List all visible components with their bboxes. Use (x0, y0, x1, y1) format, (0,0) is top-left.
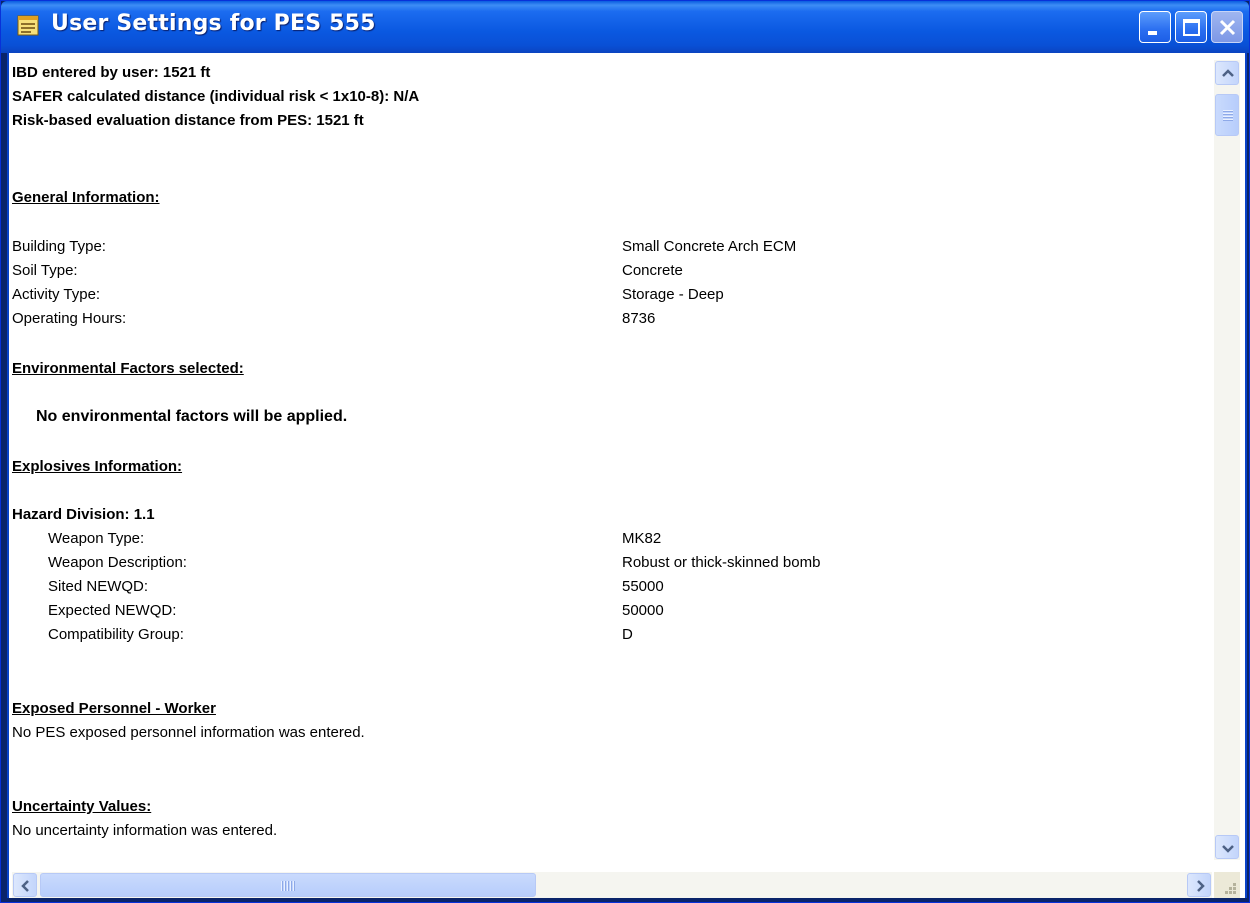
title-bar[interactable]: User Settings for PES 555 (1, 1, 1249, 53)
environmental-note: No environmental factors will be applied… (36, 408, 348, 425)
scroll-left-button[interactable] (13, 873, 37, 897)
explosives-value: Robust or thick-skinned bomb (622, 554, 821, 571)
general-label: Building Type: (12, 238, 106, 255)
safer-line: SAFER calculated distance (individual ri… (12, 88, 420, 105)
general-value: Concrete (622, 262, 683, 279)
general-heading: General Information: (12, 189, 160, 206)
vertical-scrollbar[interactable] (1214, 60, 1240, 860)
general-label: Activity Type: (12, 286, 101, 303)
minimize-button[interactable] (1139, 11, 1171, 43)
explosives-label: Weapon Type: (48, 530, 145, 547)
general-value: Storage - Deep (622, 286, 724, 303)
exposed-heading: Exposed Personnel - Worker (12, 700, 216, 717)
general-value: 8736 (622, 310, 656, 327)
explosives-value: 55000 (622, 578, 664, 595)
general-value: Small Concrete Arch ECM (622, 238, 797, 255)
window-title: User Settings for PES 555 (51, 11, 376, 36)
explosives-label: Compatibility Group: (48, 626, 184, 643)
uncertainty-heading: Uncertainty Values: (12, 798, 152, 815)
arrow-down-icon (1222, 845, 1234, 853)
explosives-heading: Explosives Information: (12, 458, 183, 475)
ibd-line: IBD entered by user: 1521 ft (12, 64, 211, 81)
report-content: IBD entered by user: 1521 ft SAFER calcu… (12, 60, 1212, 860)
explosives-label: Expected NEWQD: (48, 602, 177, 619)
general-label: Soil Type: (12, 262, 78, 279)
resize-grip[interactable] (1214, 872, 1240, 898)
hazard-division: Hazard Division: 1.1 (12, 506, 155, 523)
scroll-down-button[interactable] (1215, 835, 1239, 859)
resize-grip-icon (1225, 883, 1236, 894)
explosives-label: Sited NEWQD: (48, 578, 149, 595)
maximize-icon (1183, 19, 1200, 36)
vertical-scroll-thumb[interactable] (1215, 94, 1239, 136)
scroll-right-button[interactable] (1187, 873, 1211, 897)
uncertainty-note: No uncertainty information was entered. (12, 822, 278, 839)
scroll-up-button[interactable] (1215, 61, 1239, 85)
horizontal-scroll-thumb[interactable] (40, 873, 536, 897)
risk-line: Risk-based evaluation distance from PES:… (12, 112, 364, 129)
minimize-icon (1148, 31, 1157, 35)
maximize-button[interactable] (1175, 11, 1207, 43)
explosives-value: D (622, 626, 633, 643)
explosives-value: MK82 (622, 530, 662, 547)
close-button[interactable] (1211, 11, 1243, 43)
environmental-heading: Environmental Factors selected: (12, 360, 244, 377)
horizontal-scrollbar[interactable] (12, 872, 1212, 898)
arrow-up-icon (1222, 69, 1234, 77)
general-label: Operating Hours: (12, 310, 127, 327)
exposed-note: No PES exposed personnel information was… (12, 724, 365, 741)
explosives-value: 50000 (622, 602, 664, 619)
close-icon (1219, 19, 1236, 36)
report-icon (17, 15, 41, 37)
explosives-label: Weapon Description: (48, 554, 187, 571)
arrow-right-icon (1197, 880, 1205, 892)
arrow-left-icon (21, 880, 29, 892)
